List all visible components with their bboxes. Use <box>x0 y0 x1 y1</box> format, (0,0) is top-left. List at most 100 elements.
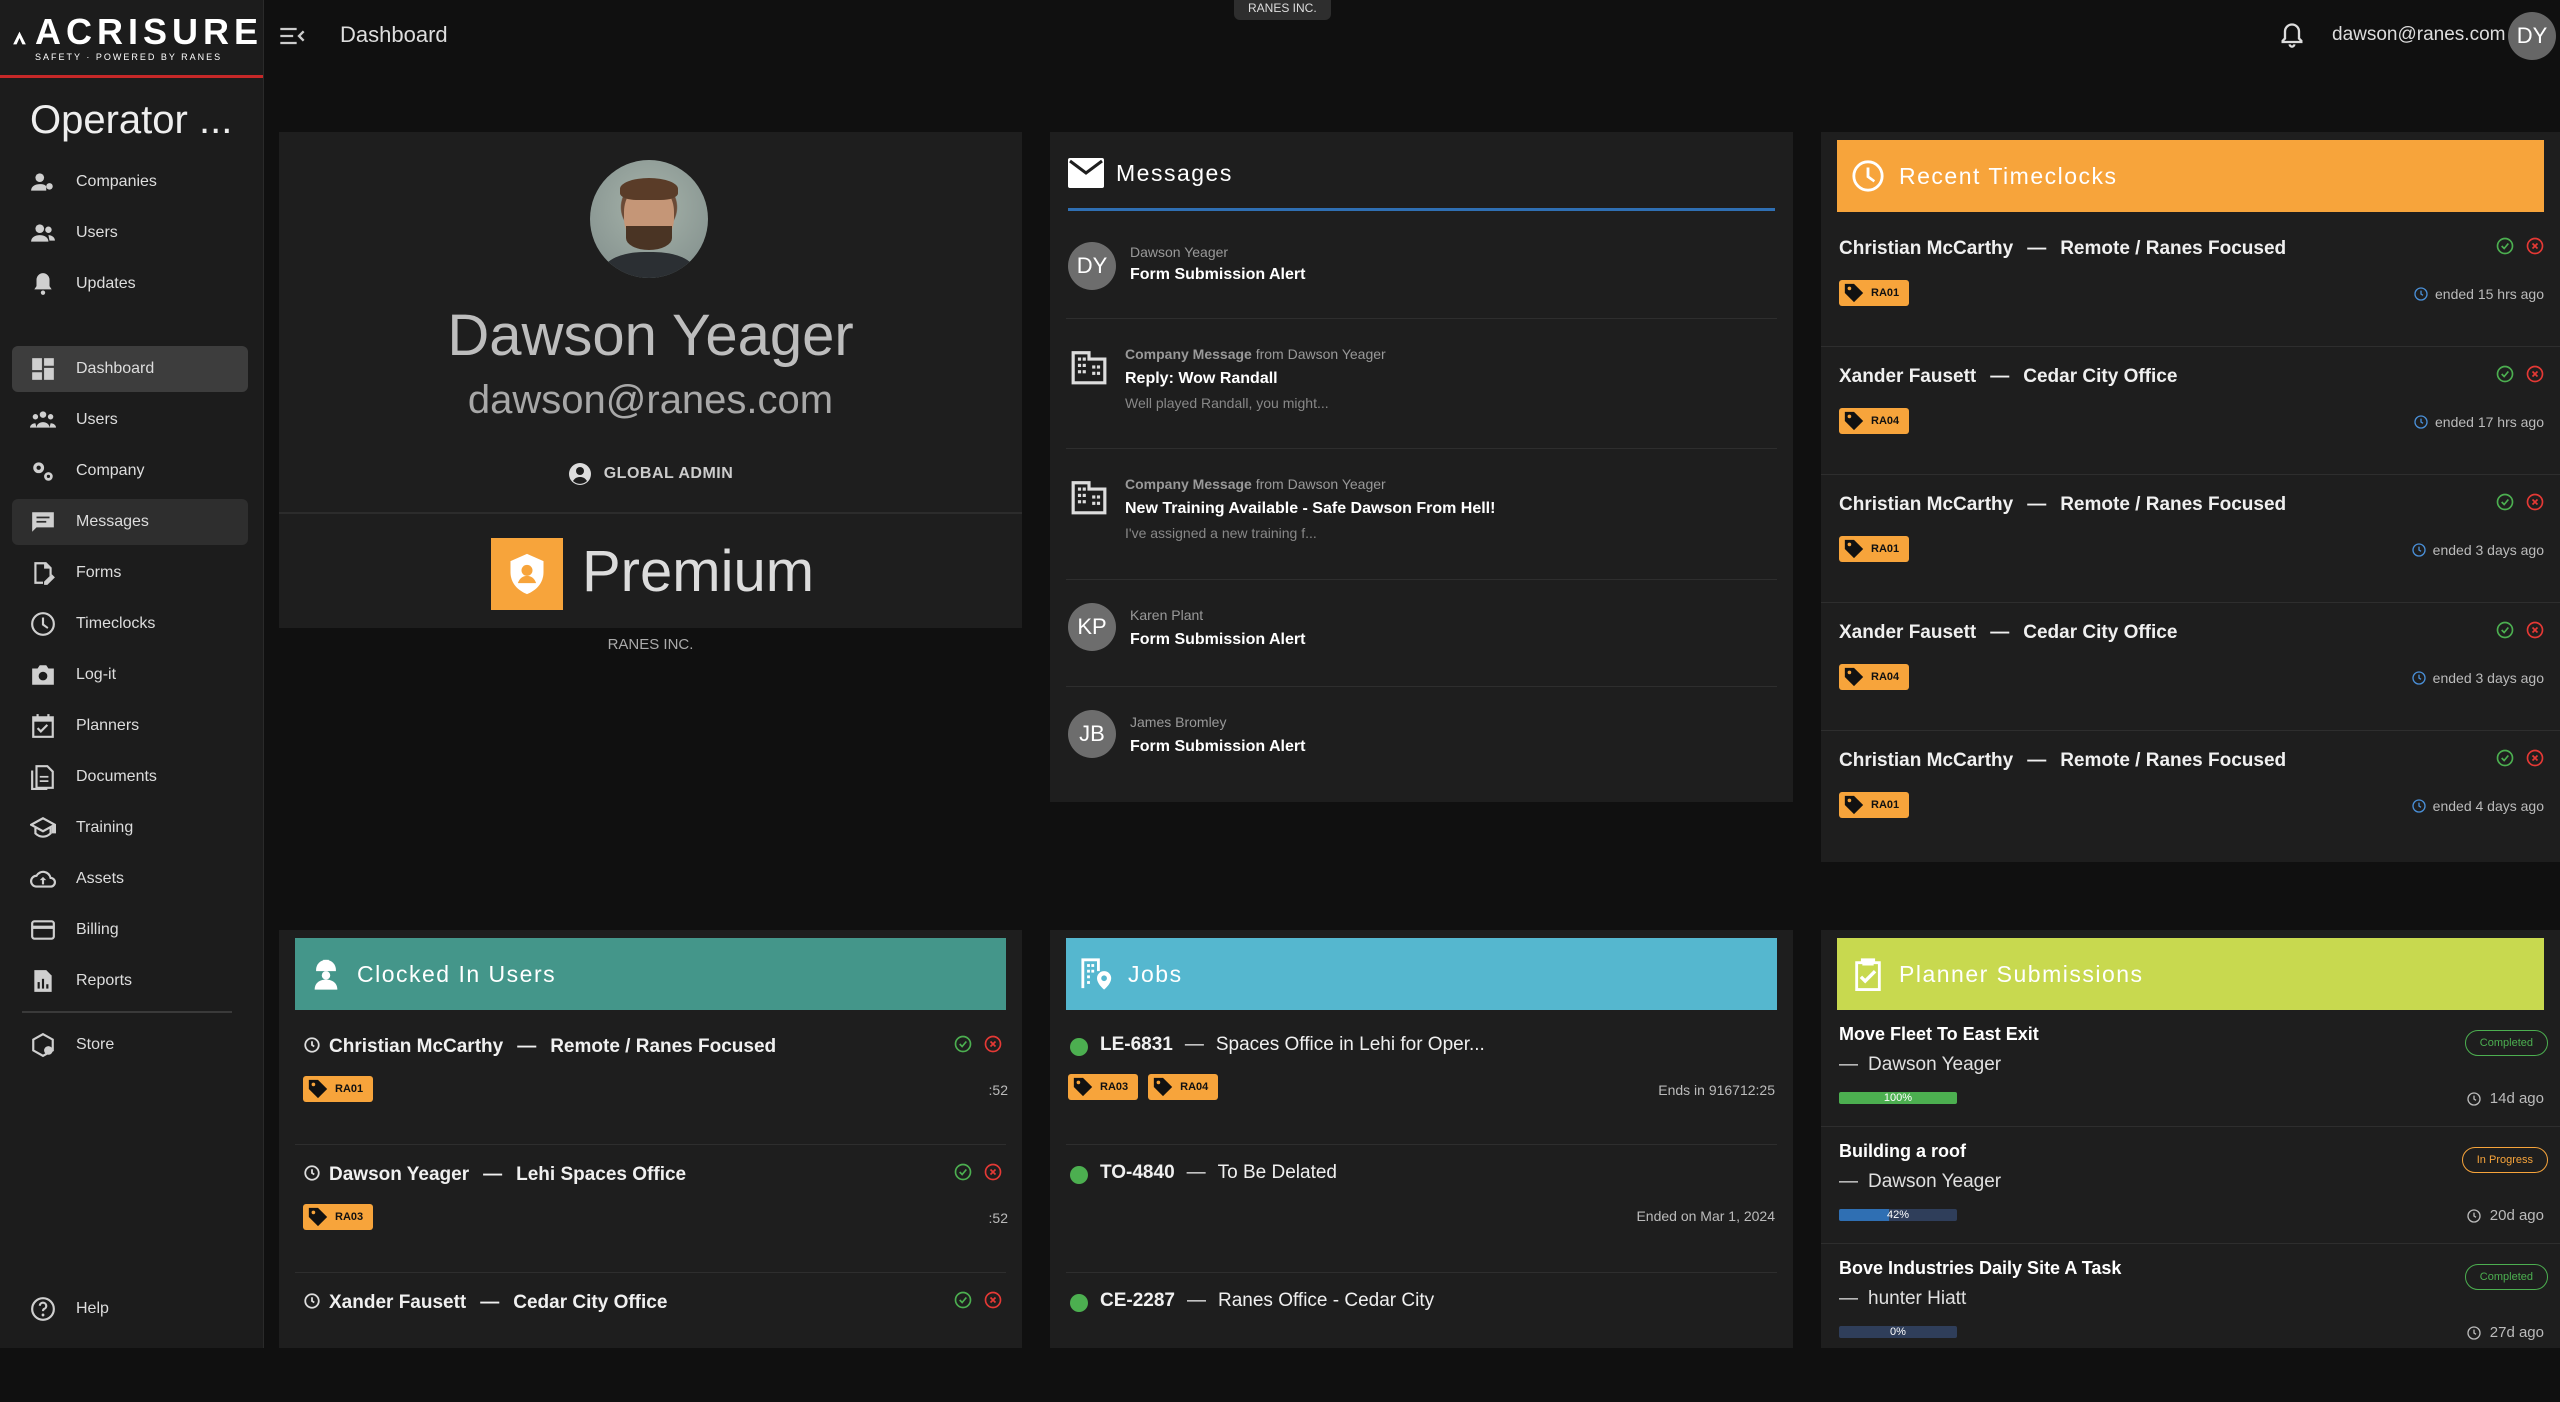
clocked-in-row[interactable]: Christian McCarthy — Remote / Ranes Focuse… <box>279 1018 1022 1146</box>
sidebar-item-label: Assets <box>76 870 125 887</box>
sidebar-item-log-it[interactable]: Log-it <box>12 652 248 698</box>
sidebar-item-updates[interactable]: Updates <box>12 261 248 307</box>
check-circle-icon[interactable] <box>2495 748 2515 768</box>
timeclock-row[interactable]: Xander Fausett — Cedar City Office RA04 ende… <box>1821 348 2560 476</box>
timeclocks-card: Recent Timeclocks Christian McCarthy — Rem… <box>1821 132 2560 862</box>
check-circle-icon[interactable] <box>2495 364 2515 384</box>
sidebar-item-store[interactable]: Store <box>12 1022 248 1068</box>
cancel-circle-icon[interactable] <box>983 1162 1003 1182</box>
person-name: Dawson Yeager <box>329 1164 470 1185</box>
sidebar-item-billing[interactable]: Billing <box>12 907 248 953</box>
sidebar-item-label: Users <box>76 411 118 428</box>
worker-helmet-icon <box>314 959 338 990</box>
sidebar-item-companies[interactable]: Companies <box>12 159 248 205</box>
cancel-circle-icon[interactable] <box>2525 236 2545 256</box>
clocked-in-row[interactable]: Dawson Yeager — Lehi Spaces Office RA03:52 <box>279 1146 1022 1274</box>
cancel-circle-icon[interactable] <box>2525 620 2545 640</box>
sidebar-item-users-top[interactable]: Users <box>12 210 248 256</box>
calendar-check-icon <box>32 714 54 738</box>
job-row[interactable]: TO-4840 — To Be Delated Ended on Mar 1, 202… <box>1050 1146 1793 1274</box>
user-email[interactable]: dawson@ranes.com <box>2332 24 2505 46</box>
sidebar-item-timeclocks[interactable]: Timeclocks <box>12 601 248 647</box>
person-name: Xander Fausett <box>1839 366 1977 387</box>
timeclock-entry: Christian McCarthy — Remote / Ranes Focuse… <box>1839 494 2286 516</box>
site-name: Remote / Ranes Focused <box>2060 494 2287 515</box>
avatar[interactable]: DY <box>2508 12 2556 60</box>
jobs-card: Jobs LE-6831 — Spaces Office in Lehi for O… <box>1050 930 1793 1348</box>
sidebar-item-help[interactable]: Help <box>12 1286 248 1332</box>
separator-dash: — <box>1990 622 2010 643</box>
user-gear-icon <box>31 173 53 191</box>
separator-dash: — <box>1839 1171 1858 1192</box>
help-icon <box>31 1297 55 1321</box>
job-tag: RA03 <box>303 1204 374 1230</box>
sidebar-item-messages[interactable]: Messages <box>12 499 248 545</box>
separator-dash: — <box>1187 1290 1206 1311</box>
message-sender: James Bromley <box>1130 714 1227 730</box>
menu-collapse-icon[interactable] <box>278 22 306 50</box>
check-circle-icon[interactable] <box>2495 236 2515 256</box>
message-item[interactable]: JB James Bromley Form Submission Alert <box>1050 688 1793 794</box>
sidebar-item-forms[interactable]: Forms <box>12 550 248 596</box>
operator-title: Operator ... <box>30 98 233 142</box>
timeclock-row[interactable]: Xander Fausett — Cedar City Office RA04 ende… <box>1821 604 2560 732</box>
jobs-title: Jobs <box>1128 960 1183 987</box>
sidebar-item-planners[interactable]: Planners <box>12 703 248 749</box>
sidebar-item-company[interactable]: Company <box>12 448 248 494</box>
cancel-circle-icon[interactable] <box>2525 492 2545 512</box>
job-status-dot <box>1070 1038 1088 1056</box>
job-status: Ends in 916712:25 <box>1658 1082 1775 1098</box>
sidebar-item-dashboard[interactable]: Dashboard <box>12 346 248 392</box>
site-name: Remote / Ranes Focused <box>550 1036 777 1057</box>
messages-card: Messages DY Dawson Yeager Form Submissio… <box>1050 132 1793 802</box>
check-circle-icon[interactable] <box>953 1034 973 1054</box>
dashboard-icon <box>32 358 54 380</box>
site-name: Lehi Spaces Office <box>516 1164 687 1185</box>
notifications-bell-icon[interactable] <box>2278 20 2306 50</box>
planner-title: Move Fleet To East Exit <box>1839 1024 2039 1044</box>
topbar: Dashboard RANES INC. dawson@ranes.com DY <box>264 0 2560 72</box>
site-name: Remote / Ranes Focused <box>2060 750 2287 771</box>
cancel-circle-icon[interactable] <box>2525 748 2545 768</box>
timeclock-row[interactable]: Christian McCarthy — Remote / Ranes Focuse… <box>1821 220 2560 348</box>
job-tag: RA01 <box>1839 792 1910 818</box>
check-circle-icon[interactable] <box>2495 492 2515 512</box>
planner-ago: 14d ago <box>2466 1090 2544 1107</box>
sidebar-item-label: Users <box>76 224 118 241</box>
timeclock-entry: Christian McCarthy — Remote / Ranes Focuse… <box>1839 238 2286 260</box>
cloud-upload-icon <box>30 870 56 888</box>
job-row[interactable]: LE-6831 — Spaces Office in Lehi for Oper..… <box>1050 1018 1793 1146</box>
sidebar-item-assets[interactable]: Assets <box>12 856 248 902</box>
tag-icon <box>1073 1077 1093 1097</box>
clocked-in-row[interactable]: Xander Fausett — Cedar City Office <box>279 1274 1022 1402</box>
sidebar-item-users[interactable]: Users <box>12 397 248 443</box>
tag-icon <box>1844 667 1864 687</box>
sidebar-item-reports[interactable]: Reports <box>12 958 248 1004</box>
timeclock-row[interactable]: Christian McCarthy — Remote / Ranes Focuse… <box>1821 476 2560 604</box>
brand-logo[interactable]: ACRISURE SAFETY · POWERED BY RANES <box>0 0 263 78</box>
cancel-circle-icon[interactable] <box>983 1290 1003 1310</box>
row-actions <box>953 1162 1003 1182</box>
timeclock-row[interactable]: Christian McCarthy — Remote / Ranes Focuse… <box>1821 732 2560 860</box>
planner-row[interactable]: Move Fleet To East Exit — Dawson Yeager Com… <box>1821 1014 2560 1131</box>
job-row[interactable]: CE-2287 — Ranes Office - Cedar City <box>1050 1274 1793 1402</box>
check-circle-icon[interactable] <box>953 1162 973 1182</box>
check-circle-icon[interactable] <box>953 1290 973 1310</box>
person-name: Christian McCarthy <box>329 1036 504 1057</box>
planner-row[interactable]: Bove Industries Daily Site A Task — hunter… <box>1821 1248 2560 1365</box>
timeclocks-title: Recent Timeclocks <box>1899 162 2118 189</box>
message-item[interactable]: KP Karen Plant Form Submission Alert <box>1050 581 1793 687</box>
site-name: Remote / Ranes Focused <box>2060 238 2287 259</box>
job-code: CE-2287 <box>1100 1290 1175 1311</box>
sidebar-item-documents[interactable]: Documents <box>12 754 248 800</box>
person-name: Christian McCarthy <box>1839 494 2014 515</box>
planner-row[interactable]: Building a roof — Dawson Yeager In Progress… <box>1821 1131 2560 1248</box>
separator-dash: — <box>517 1036 537 1057</box>
cancel-circle-icon[interactable] <box>983 1034 1003 1054</box>
tag-icon <box>308 1079 328 1099</box>
check-circle-icon[interactable] <box>2495 620 2515 640</box>
cancel-circle-icon[interactable] <box>2525 364 2545 384</box>
company-switcher[interactable]: RANES INC. <box>1234 0 1331 20</box>
clocked-in-entry: Xander Fausett — Cedar City Office <box>303 1292 667 1314</box>
sidebar-item-training[interactable]: Training <box>12 805 248 851</box>
